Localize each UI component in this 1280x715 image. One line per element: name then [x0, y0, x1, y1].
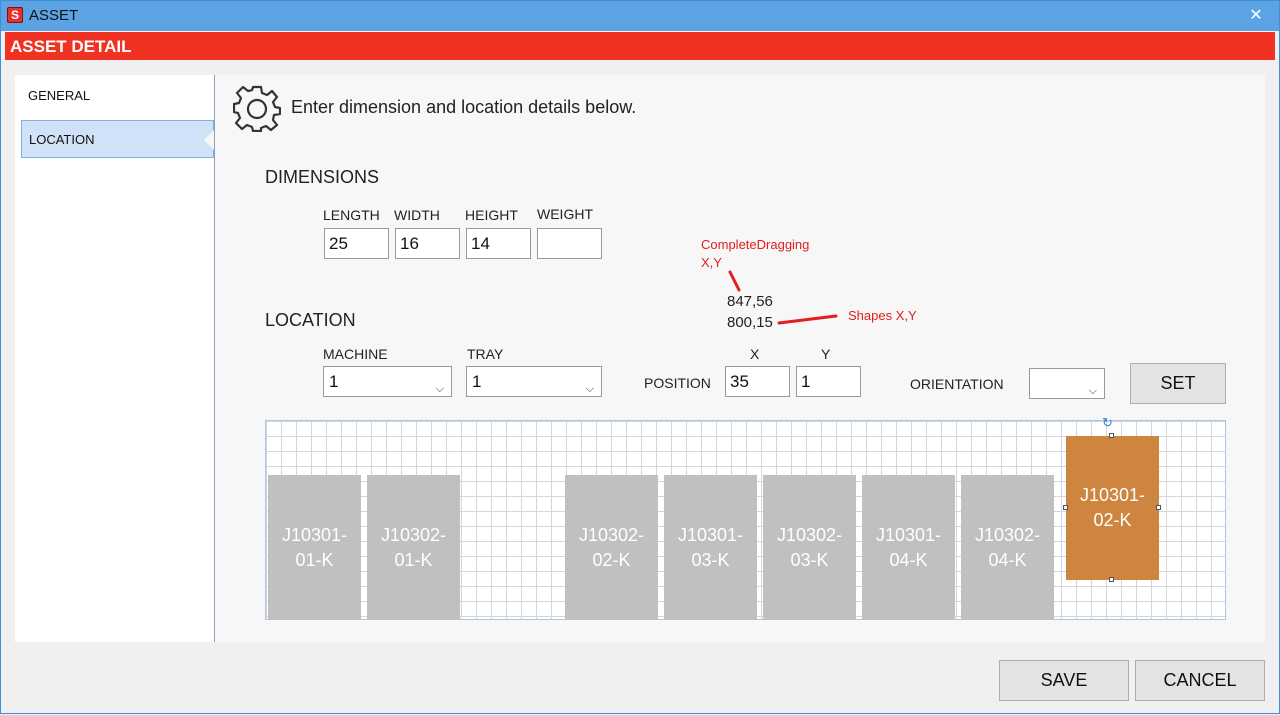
- orientation-label: ORIENTATION: [910, 376, 1004, 392]
- save-button[interactable]: SAVE: [999, 660, 1129, 701]
- tray-layout-canvas[interactable]: J10301- 01-K J10302- 01-K J10302- 02-K J103…: [265, 415, 1226, 620]
- shape-item[interactable]: J10302- 03-K: [763, 475, 856, 620]
- sidebar-item-label: GENERAL: [28, 88, 91, 103]
- tray-select-value: 1: [472, 372, 482, 391]
- set-button[interactable]: SET: [1130, 363, 1226, 404]
- orientation-select[interactable]: ⌵: [1029, 368, 1105, 399]
- height-label: HEIGHT: [465, 207, 518, 223]
- resize-handle-right[interactable]: [1156, 505, 1161, 510]
- selection-arrow-icon: [204, 130, 214, 150]
- machine-select-value: 1: [329, 372, 339, 391]
- shape-item[interactable]: J10301- 04-K: [862, 475, 955, 620]
- resize-handle-bottom[interactable]: [1109, 577, 1114, 582]
- shape-label-line2: 03-K: [790, 549, 829, 570]
- selected-shape-item[interactable]: J10301- 02-K: [1066, 436, 1159, 580]
- sidebar-item-location[interactable]: LOCATION: [21, 120, 214, 158]
- height-input[interactable]: 14: [466, 228, 531, 259]
- sidebar: GENERAL LOCATION: [15, 75, 215, 642]
- shape-label-line2: 04-K: [889, 549, 928, 570]
- shape-label-line1: J10301-: [281, 524, 348, 545]
- tray-label: TRAY: [467, 346, 504, 362]
- app-logo-icon: S: [7, 7, 23, 23]
- shape-label-line2: 02-K: [592, 549, 631, 570]
- machine-select[interactable]: 1 ⌵: [323, 366, 452, 397]
- position-y-input[interactable]: 1: [796, 366, 861, 397]
- shape-label-line2: 01-K: [394, 549, 433, 570]
- resize-handle-left[interactable]: [1063, 505, 1068, 510]
- shape-item[interactable]: J10301- 03-K: [664, 475, 757, 620]
- complete-dragging-xy-annotation: X,Y: [701, 255, 722, 270]
- weight-input[interactable]: [537, 228, 602, 259]
- shapes-xy-annotation: Shapes X,Y: [848, 308, 917, 323]
- shape-label-line1: J10301-: [875, 524, 942, 545]
- length-label: LENGTH: [323, 207, 380, 223]
- chevron-down-icon: ⌵: [435, 383, 444, 395]
- complete-dragging-coords: 847,56: [727, 293, 773, 310]
- shape-label-line2: 04-K: [988, 549, 1027, 570]
- asset-detail-header: ASSET DETAIL: [5, 32, 1275, 60]
- weight-label: WEIGHT: [537, 206, 593, 222]
- intro-text: Enter dimension and location details bel…: [291, 97, 637, 117]
- position-label: POSITION: [644, 375, 711, 391]
- shape-label-line1: J10302-: [380, 524, 447, 545]
- complete-dragging-annotation: CompleteDragging: [701, 237, 810, 252]
- shape-label-line1: J10302-: [776, 524, 843, 545]
- width-input[interactable]: 16: [395, 228, 460, 259]
- position-x-input[interactable]: 35: [725, 366, 790, 397]
- shape-item[interactable]: J10301- 01-K: [268, 475, 361, 620]
- resize-handle-top[interactable]: [1109, 433, 1114, 438]
- window-title: ASSET: [29, 7, 79, 24]
- machine-label: MACHINE: [323, 346, 388, 362]
- chevron-down-icon: ⌵: [1088, 385, 1097, 397]
- shape-label-line2: 01-K: [295, 549, 334, 570]
- close-window-button[interactable]: ✕: [1233, 1, 1279, 31]
- location-title: LOCATION: [265, 310, 356, 330]
- page-title: ASSET DETAIL: [10, 37, 132, 56]
- width-label: WIDTH: [394, 207, 440, 223]
- rotate-handle-icon[interactable]: ↻: [1102, 415, 1113, 431]
- shape-item[interactable]: J10302- 01-K: [367, 475, 460, 620]
- shape-label-line1: J10302-: [974, 524, 1041, 545]
- shapes-coords: 800,15: [727, 314, 773, 331]
- dimensions-title: DIMENSIONS: [265, 167, 380, 187]
- asset-window: S ASSET ✕ ASSET DETAIL GENERAL LOCATION …: [0, 0, 1280, 714]
- shape-item[interactable]: J10302- 02-K: [565, 475, 658, 620]
- shape-label-line1: J10301-: [677, 524, 744, 545]
- length-input[interactable]: 25: [324, 228, 389, 259]
- sidebar-item-label: LOCATION: [29, 132, 95, 147]
- sidebar-item-general[interactable]: GENERAL: [21, 77, 214, 115]
- title-bar[interactable]: S ASSET ✕: [1, 1, 1279, 31]
- gear-icon: [233, 85, 281, 132]
- tray-select[interactable]: 1 ⌵: [466, 366, 602, 397]
- chevron-down-icon: ⌵: [585, 383, 594, 395]
- y-label: Y: [821, 346, 831, 362]
- shape-label-line1: J10302-: [578, 524, 645, 545]
- shape-item[interactable]: J10302- 04-K: [961, 475, 1054, 620]
- shape-label-line1: J10301-: [1079, 485, 1146, 505]
- x-label: X: [750, 346, 760, 362]
- shape-label-line2: 03-K: [691, 549, 730, 570]
- shape-label-line2: 02-K: [1093, 510, 1132, 530]
- cancel-button[interactable]: CANCEL: [1135, 660, 1265, 701]
